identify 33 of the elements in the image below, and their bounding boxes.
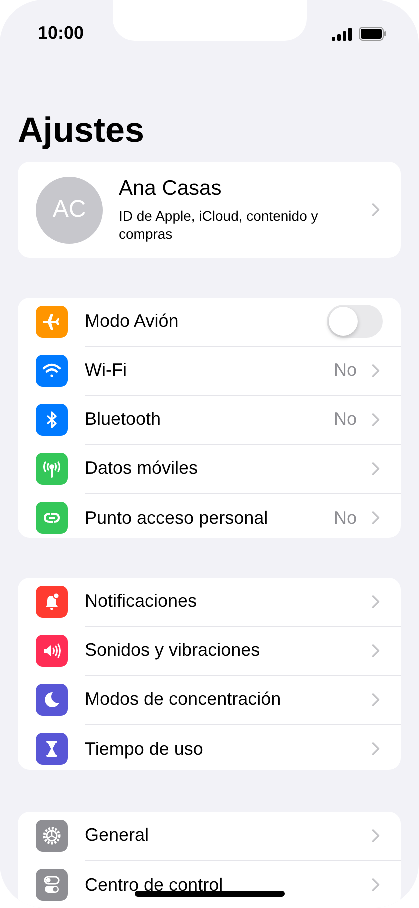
signal-icon [332, 28, 353, 40]
settings-row[interactable]: Bluetooth No [18, 396, 401, 445]
row-label: Modos de concentración [85, 689, 282, 710]
profile-card[interactable]: AC Ana Casas ID de Apple, iCloud, contenido y compras [18, 162, 401, 258]
profile-name: Ana Casas [119, 177, 223, 201]
settings-row[interactable]: Tiempo de uso [18, 724, 401, 770]
page-title: Ajustes [18, 111, 146, 152]
settings-row[interactable]: Notificaciones [18, 578, 401, 627]
settings-row[interactable]: Modos de concentración [18, 676, 401, 725]
row-label: Punto acceso personal [85, 508, 268, 529]
row-label: Datos móviles [85, 458, 198, 480]
row-label: Modo Avión [85, 311, 179, 332]
battery-icon [359, 27, 387, 41]
settings-row[interactable]: Modo Avión [18, 298, 401, 347]
row-value: No [334, 409, 357, 430]
row-label: General [85, 825, 150, 846]
row-value: No [334, 508, 357, 529]
settings-row[interactable]: Datos móviles [18, 444, 401, 494]
row-label: Tiempo de uso [85, 738, 204, 760]
profile-subtitle: ID de Apple, iCloud, contenido y compras [119, 207, 320, 243]
settings-row[interactable]: General [18, 812, 401, 861]
row-label: Bluetooth [85, 409, 162, 430]
row-label: Centro de control [85, 874, 224, 896]
avatar: AC [36, 176, 103, 244]
row-label: Notificaciones [85, 591, 198, 612]
row-label: Wi-Fi [85, 360, 127, 382]
row-label: Sonidos y vibraciones [85, 640, 260, 662]
settings-row[interactable]: Punto acceso personal No [18, 494, 401, 538]
status-time: 10:00 [38, 22, 84, 44]
row-value: No [334, 360, 357, 382]
settings-row[interactable]: Wi-Fi No [18, 346, 401, 396]
settings-row[interactable]: Sonidos y vibraciones [18, 626, 401, 676]
toggle-switch[interactable] [327, 305, 383, 338]
